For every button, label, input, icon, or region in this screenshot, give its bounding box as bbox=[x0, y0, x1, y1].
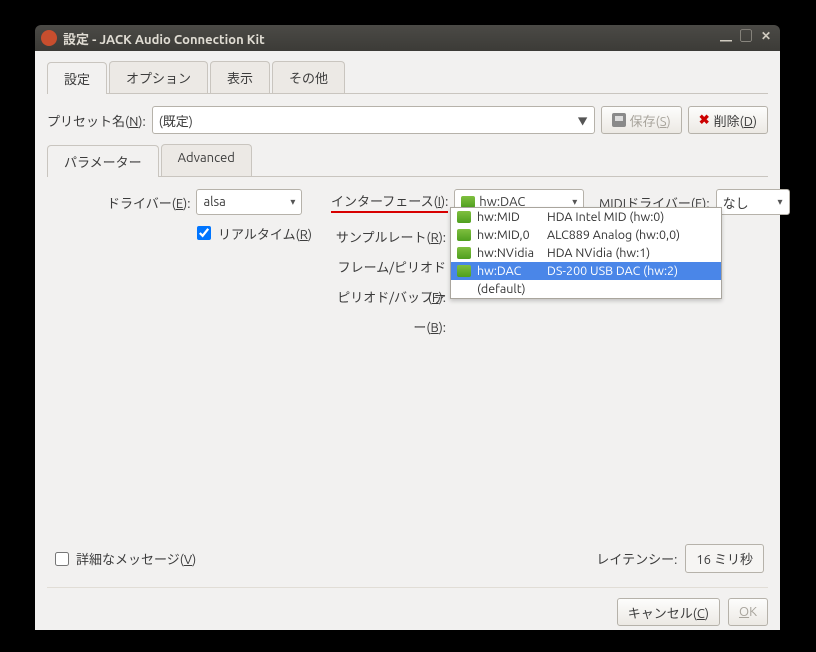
verbose-check-input[interactable] bbox=[55, 552, 69, 566]
titlebar: 設定 - JACK Audio Connection Kit ▁ ▢ ✕ bbox=[35, 25, 780, 51]
delete-button[interactable]: ✖ 削除(D) bbox=[688, 106, 768, 134]
dropdown-item-selected[interactable]: hw:DAC DS-200 USB DAC (hw:2) bbox=[451, 262, 721, 280]
save-icon bbox=[612, 113, 626, 127]
dropdown-item[interactable]: hw:MID HDA Intel MID (hw:0) bbox=[451, 208, 721, 226]
realtime-checkbox[interactable]: リアルタイム(R) bbox=[193, 223, 312, 243]
window: 設定 - JACK Audio Connection Kit ▁ ▢ ✕ 設定 … bbox=[35, 25, 780, 630]
window-title: 設定 - JACK Audio Connection Kit bbox=[63, 29, 714, 48]
periods-label: ピリオド/バッファー(B): bbox=[331, 283, 446, 313]
preset-value: (既定) bbox=[159, 111, 193, 130]
tab-advanced[interactable]: Advanced bbox=[161, 144, 252, 176]
param-labels: サンプルレート(R): フレーム/ピリオド(F): ピリオド/バッファー(B): bbox=[331, 223, 446, 313]
tab-options[interactable]: オプション bbox=[109, 61, 208, 93]
samplerate-label: サンプルレート(R): bbox=[331, 223, 446, 253]
tab-misc[interactable]: その他 bbox=[272, 61, 345, 93]
soundcard-icon bbox=[457, 247, 471, 259]
preset-row: プリセット名(N): (既定) ▼ 保存(S) ✖ 削除(D) bbox=[47, 106, 768, 134]
chevron-down-icon: ▾ bbox=[290, 196, 295, 208]
dropdown-item-default[interactable]: (default) bbox=[451, 280, 721, 298]
frames-label: フレーム/ピリオド(F): bbox=[331, 253, 446, 283]
minimize-button[interactable]: ▁ bbox=[718, 30, 734, 46]
interface-dropdown[interactable]: hw:MID HDA Intel MID (hw:0) hw:MID,0 ALC… bbox=[450, 207, 722, 299]
soundcard-icon bbox=[457, 211, 471, 223]
dialog-buttons: キャンセル(C) OK bbox=[47, 587, 768, 626]
client-area: 設定 オプション 表示 その他 プリセット名(N): (既定) ▼ 保存(S) … bbox=[35, 51, 780, 630]
save-button: 保存(S) bbox=[601, 106, 682, 134]
parameters-pane: ドライバー(E): alsa ▾ リアルタイム(R) インターフェース(I): bbox=[47, 177, 768, 577]
maximize-button[interactable]: ▢ bbox=[738, 30, 754, 46]
verbose-checkbox[interactable]: 詳細なメッセージ(V) bbox=[51, 549, 196, 569]
ok-button: OK bbox=[728, 598, 768, 626]
chevron-down-icon: ▼ bbox=[578, 113, 588, 128]
latency-label: レイテンシー: bbox=[596, 549, 677, 568]
inner-tabs: パラメーター Advanced bbox=[47, 144, 768, 177]
close-button[interactable]: ✕ bbox=[758, 30, 774, 46]
tab-settings[interactable]: 設定 bbox=[47, 62, 107, 94]
soundcard-icon bbox=[457, 265, 471, 277]
realtime-check-input[interactable] bbox=[197, 226, 211, 240]
delete-icon: ✖ bbox=[699, 113, 710, 128]
interface-label: インターフェース(I): bbox=[331, 191, 448, 213]
latency-value: 16 ミリ秒 bbox=[685, 544, 764, 573]
chevron-down-icon: ▾ bbox=[778, 196, 783, 208]
dropdown-item[interactable]: hw:MID,0 ALC889 Analog (hw:0,0) bbox=[451, 226, 721, 244]
app-icon bbox=[41, 30, 57, 46]
preset-label: プリセット名(N): bbox=[47, 111, 146, 130]
tab-parameters[interactable]: パラメーター bbox=[47, 145, 159, 177]
dropdown-item[interactable]: hw:NVidia HDA NVidia (hw:1) bbox=[451, 244, 721, 262]
tab-display[interactable]: 表示 bbox=[210, 61, 270, 93]
driver-label: ドライバー(E): bbox=[107, 193, 190, 212]
cancel-button[interactable]: キャンセル(C) bbox=[617, 598, 720, 626]
driver-combo[interactable]: alsa ▾ bbox=[196, 189, 302, 215]
midi-combo[interactable]: なし ▾ bbox=[716, 189, 790, 215]
main-tabs: 設定 オプション 表示 その他 bbox=[47, 61, 768, 94]
preset-combo[interactable]: (既定) ▼ bbox=[152, 106, 595, 134]
soundcard-icon bbox=[457, 229, 471, 241]
